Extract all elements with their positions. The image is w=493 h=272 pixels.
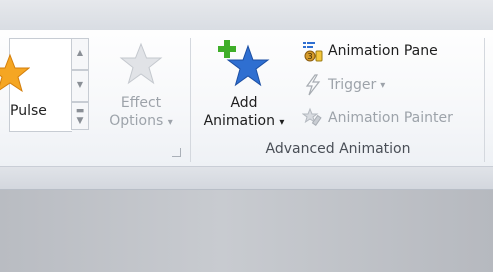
effect-options-label-line1: Effect — [120, 95, 162, 111]
add-animation-button[interactable]: Add Animation ▾ — [195, 34, 293, 142]
dialog-launcher-icon[interactable] — [172, 148, 181, 157]
animation-painter-icon — [302, 107, 322, 126]
gallery-selected-label[interactable]: Pulse — [10, 103, 47, 119]
effect-options-star-icon — [119, 42, 163, 85]
chevron-down-icon: ▾ — [167, 117, 173, 128]
effect-options-label-line2: Options — [109, 113, 164, 129]
effect-options-button[interactable]: Effect Options ▾ — [98, 34, 184, 142]
add-animation-label-line2: Animation — [203, 113, 275, 129]
add-animation-label-line1: Add — [230, 95, 258, 111]
animation-painter-button[interactable]: Animation Painter — [302, 107, 453, 129]
chevron-down-icon: ▾ — [380, 79, 386, 91]
svg-text:3: 3 — [307, 52, 312, 61]
group-separator — [190, 38, 191, 162]
animation-painter-label: Animation Painter — [328, 110, 453, 126]
trigger-button[interactable]: Trigger ▾ — [302, 74, 385, 96]
gallery-scroll-up-button[interactable]: ▲ — [71, 38, 89, 70]
gallery-more-button[interactable]: ▬ ▼ — [71, 102, 89, 130]
title-bar — [0, 0, 493, 30]
animation-pane-icon: 3 — [303, 42, 323, 62]
gallery-scroll-down-button[interactable]: ▼ — [71, 70, 89, 102]
chevron-down-icon: ▾ — [279, 117, 285, 128]
trigger-label: Trigger — [328, 77, 377, 93]
slide-workspace[interactable] — [0, 190, 493, 272]
add-animation-star-icon — [218, 40, 270, 87]
animation-pane-label: Animation Pane — [328, 43, 438, 59]
pulse-star-icon — [0, 53, 30, 93]
group-separator — [484, 38, 485, 162]
trigger-lightning-icon — [305, 74, 321, 96]
animation-pane-button[interactable]: 3 Animation Pane — [302, 40, 438, 62]
group-label-advanced-animation: Advanced Animation — [265, 141, 411, 157]
ribbon-bottom-bar — [0, 167, 493, 190]
